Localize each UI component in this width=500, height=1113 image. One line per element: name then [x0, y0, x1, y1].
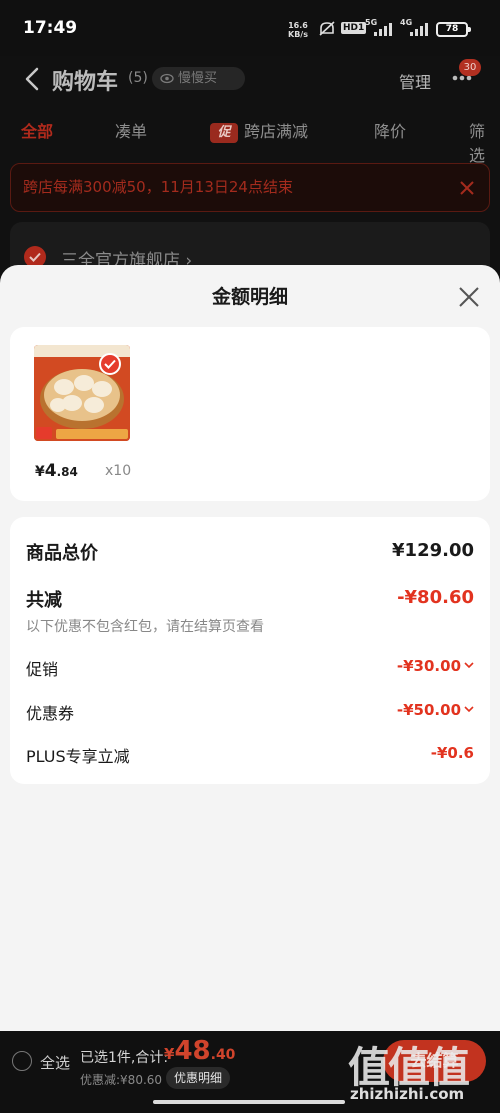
- reduction-label: 共减: [26, 590, 62, 611]
- product-quantity: x10: [105, 463, 132, 479]
- selected-count-text: 已选1件,合计:: [80, 1050, 169, 1066]
- tab-price-drop[interactable]: 降价: [374, 118, 406, 142]
- tab-coudan[interactable]: 凑单: [115, 118, 147, 142]
- message-count-badge: 30: [459, 59, 481, 76]
- select-all-label[interactable]: 全选: [40, 1052, 70, 1073]
- back-arrow-icon[interactable]: [22, 66, 42, 92]
- checkmark-icon: [104, 359, 116, 369]
- promo-badge-icon: 促: [210, 123, 238, 143]
- plus-discount-value: -¥0.6: [430, 744, 474, 762]
- chevron-down-icon: [464, 662, 474, 669]
- promotion-value-toggle[interactable]: -¥30.00: [397, 657, 474, 675]
- total-price-dec: .40: [210, 1047, 236, 1063]
- reduction-value: -¥80.60: [397, 587, 474, 608]
- page-title: 购物车: [52, 70, 119, 95]
- total-price-symbol: ¥: [164, 1045, 175, 1063]
- product-price-dec: .84: [56, 465, 78, 479]
- coupon-value: -¥50.00: [396, 701, 461, 719]
- product-price-int: 4: [44, 461, 57, 481]
- cart-filter-tabs: 全部 凑单 促跨店满减 降价 筛选: [0, 118, 500, 165]
- network-speed-unit: KB/s: [288, 30, 308, 39]
- product-price: ¥4.84: [35, 461, 78, 481]
- subtotal-value: ¥129.00: [392, 540, 474, 561]
- promo-banner[interactable]: 跨店每满300减50，11月13日24点结束: [10, 163, 490, 212]
- status-time: 17:49: [23, 18, 78, 38]
- manage-button[interactable]: 管理: [399, 69, 431, 93]
- total-price-int: 48: [174, 1036, 211, 1066]
- coupon-label: 优惠券: [26, 704, 75, 723]
- status-bar: 17:49 16.6 KB/s HD1 5G 4G 78: [0, 0, 500, 56]
- eye-icon: [160, 73, 174, 84]
- tab-filter[interactable]: 筛选: [469, 118, 500, 166]
- network-speed-value: 16.6: [288, 21, 308, 30]
- network-speed: 16.6 KB/s: [288, 21, 308, 39]
- sheet-title: 金额明细: [211, 286, 288, 308]
- promotion-value: -¥30.00: [396, 657, 461, 675]
- coupon-value-toggle[interactable]: -¥50.00: [397, 701, 474, 719]
- home-indicator[interactable]: [153, 1100, 345, 1104]
- tab-cross-store-discount[interactable]: 促跨店满减: [210, 118, 308, 143]
- discount-total-text: 优惠减:¥80.60: [80, 1073, 163, 1087]
- total-price: ¥48.40: [164, 1036, 235, 1066]
- checkmark-icon: [29, 252, 41, 262]
- select-all-checkbox[interactable]: [12, 1051, 32, 1071]
- close-icon[interactable]: [459, 180, 475, 196]
- promotion-label: 促销: [26, 660, 59, 679]
- hd-icon: HD1: [341, 22, 367, 34]
- promo-banner-text: 跨店每满300减50，11月13日24点结束: [23, 178, 293, 196]
- discount-detail-button[interactable]: 优惠明细: [166, 1067, 230, 1089]
- signal-5g-icon: [374, 23, 392, 36]
- mute-icon: [319, 21, 335, 36]
- close-icon[interactable]: [457, 285, 481, 309]
- signal-4g-icon: [410, 23, 428, 36]
- reduction-note: 以下优惠不包含红包，请在结算页查看: [26, 619, 264, 635]
- slow-buy-label: 慢慢买: [178, 71, 218, 86]
- slow-buy-button[interactable]: 慢慢买: [152, 67, 245, 90]
- cart-count: (5): [128, 70, 148, 86]
- plus-discount-label: PLUS专享立减: [26, 747, 130, 766]
- product-selected-check[interactable]: [99, 353, 121, 375]
- chevron-down-icon: [464, 706, 474, 713]
- product-price-symbol: ¥: [35, 464, 45, 480]
- battery-icon: 78: [436, 22, 471, 37]
- watermark-url: zhizhizhi.com: [350, 1085, 465, 1103]
- subtotal-label: 商品总价: [26, 543, 98, 564]
- tab-cross-store-label: 跨店满减: [244, 122, 309, 141]
- tab-all[interactable]: 全部: [21, 118, 53, 142]
